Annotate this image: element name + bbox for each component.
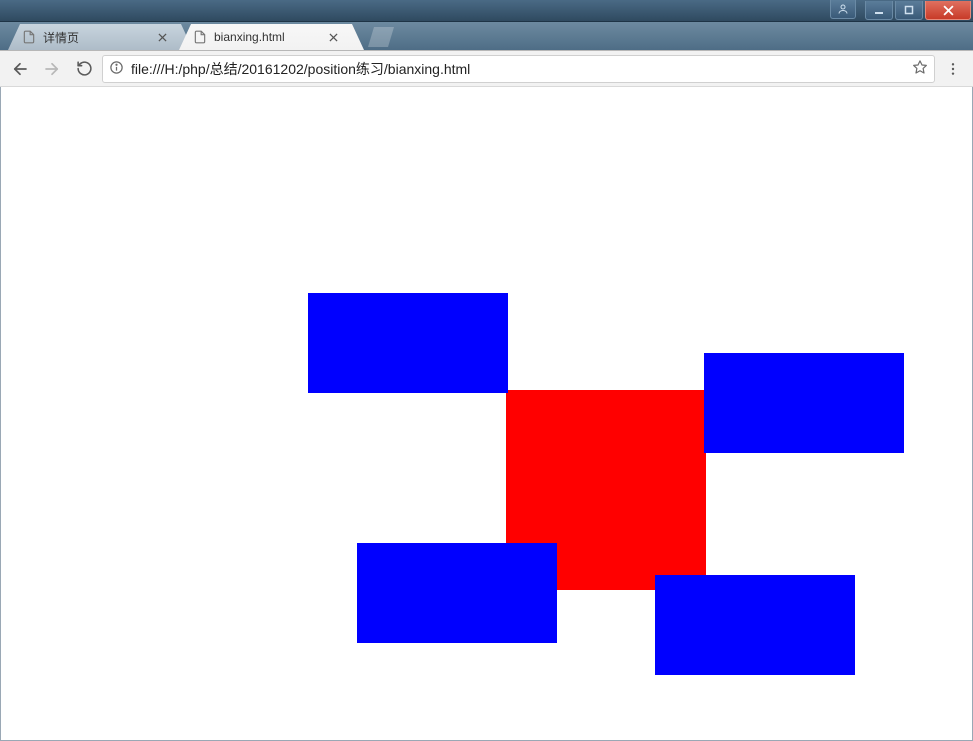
- forward-button[interactable]: [38, 55, 66, 83]
- bookmark-star-icon[interactable]: [912, 59, 928, 78]
- file-icon: [193, 30, 207, 44]
- window-close-button[interactable]: [925, 1, 971, 20]
- address-bar[interactable]: file:///H:/php/总结/20161202/position练习/bi…: [102, 55, 935, 83]
- reload-button[interactable]: [70, 55, 98, 83]
- blue-box-3: [655, 575, 855, 675]
- page-viewport: [0, 87, 973, 741]
- address-url: file:///H:/php/总结/20161202/position练习/bi…: [131, 59, 906, 79]
- tab-close-icon[interactable]: [326, 30, 340, 44]
- browser-tab-1[interactable]: bianxing.html: [179, 24, 364, 50]
- info-icon: [109, 60, 125, 78]
- blue-box-0: [308, 293, 508, 393]
- window-minimize-button[interactable]: [865, 1, 893, 20]
- user-icon: [830, 0, 856, 19]
- tab-title: bianxing.html: [214, 30, 320, 44]
- tab-title: 详情页: [43, 29, 149, 46]
- browser-menu-button[interactable]: [939, 55, 967, 83]
- window-maximize-button[interactable]: [895, 1, 923, 20]
- blue-box-1: [704, 353, 904, 453]
- blue-box-2: [357, 543, 557, 643]
- back-button[interactable]: [6, 55, 34, 83]
- window-titlebar: [0, 0, 973, 22]
- browser-toolbar: file:///H:/php/总结/20161202/position练习/bi…: [0, 51, 973, 87]
- new-tab-button[interactable]: [368, 27, 394, 47]
- browser-window: 详情页 bianxing.html: [0, 0, 973, 741]
- tab-strip: 详情页 bianxing.html: [0, 22, 973, 51]
- tab-close-icon[interactable]: [155, 30, 169, 44]
- browser-tab-0[interactable]: 详情页: [8, 24, 193, 50]
- file-icon: [22, 30, 36, 44]
